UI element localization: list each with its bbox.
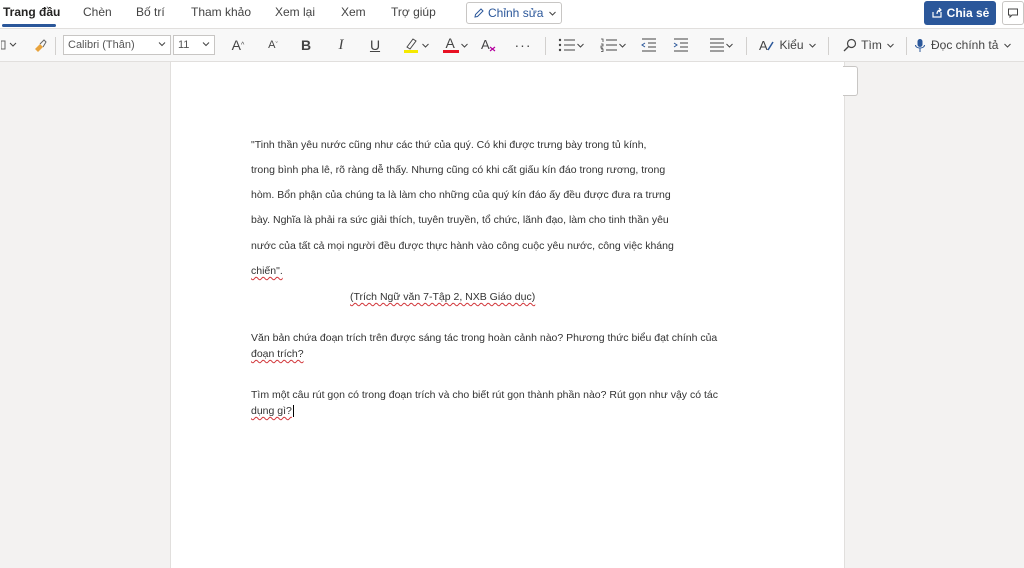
question-2-line: dụng gì? (251, 405, 294, 418)
svg-text:A: A (481, 37, 490, 52)
quote-line: hòm. Bổn phận của chúng ta là làm cho nh… (251, 189, 671, 201)
find-button[interactable]: Tìm (838, 34, 900, 56)
dictate-label: Đọc chính tả (931, 38, 999, 52)
side-pane-handle[interactable] (843, 66, 858, 96)
chevron-down-icon (201, 39, 211, 49)
question-2-line: Tìm một câu rút gọn có trong đoạn trích … (251, 389, 718, 401)
toolbar-divider (828, 37, 829, 55)
find-label: Tìm (861, 38, 882, 52)
bold-button[interactable]: B (296, 34, 316, 56)
chevron-down-icon (421, 41, 430, 50)
tab-view[interactable]: Xem (341, 5, 366, 19)
numbering-button[interactable] (596, 34, 630, 56)
chevron-down-icon (618, 41, 627, 50)
font-size-select[interactable]: 11 (173, 35, 215, 55)
clipboard-dropdown[interactable] (0, 34, 20, 56)
numbered-list-icon (600, 38, 618, 52)
font-color-icon: A (442, 35, 460, 54)
chevron-down-icon (548, 9, 557, 18)
chevron-down-icon (1003, 41, 1012, 50)
decrease-indent-icon (641, 38, 657, 52)
grow-font-icon: A (231, 37, 242, 53)
italic-button[interactable]: I (331, 34, 351, 56)
chevron-down-icon (725, 41, 734, 50)
tab-home[interactable]: Trang đầu (3, 5, 60, 19)
align-icon (709, 38, 725, 52)
toolbar-divider (906, 37, 907, 55)
toolbar-divider (55, 37, 56, 55)
chevron-down-icon (576, 41, 585, 50)
clear-formatting-icon: A (480, 37, 498, 53)
format-painter-icon[interactable] (30, 34, 50, 56)
chevron-down-icon (157, 39, 167, 49)
editing-mode-label: Chỉnh sửa (488, 6, 544, 20)
highlighter-icon (401, 36, 421, 54)
document-page[interactable]: "Tinh thần yêu nước cũng như các thứ của… (170, 62, 845, 568)
text-cursor (292, 405, 294, 418)
styles-icon: A (759, 38, 775, 52)
dictate-button[interactable]: Đọc chính tả (914, 34, 1024, 56)
quote-line: chiến". (251, 265, 283, 277)
pencil-icon (473, 7, 485, 19)
chevron-down-icon (808, 41, 817, 50)
search-icon (843, 38, 857, 52)
question-1-line: Văn bản chứa đoạn trích trên được sáng t… (251, 332, 718, 344)
clear-formatting-button[interactable]: A (478, 34, 500, 56)
share-button[interactable]: Chia sẻ (924, 1, 996, 25)
tab-help[interactable]: Trợ giúp (391, 5, 436, 19)
quote-line: trong bình pha lê, rõ ràng dễ thấy. Nhưn… (251, 164, 666, 176)
font-name-value: Calibri (Thân) (68, 39, 135, 51)
quote-source: (Trích Ngữ văn 7-Tập 2, NXB Giáo dục) (350, 291, 536, 303)
microphone-icon (914, 38, 926, 53)
quote-line: bày. Nghĩa là phải ra sức giải thích, tu… (251, 214, 669, 226)
font-size-value: 11 (178, 39, 190, 51)
shrink-font-icon: A (268, 39, 276, 51)
increase-indent-icon (673, 38, 689, 52)
comments-button[interactable] (1002, 1, 1024, 25)
tab-references[interactable]: Tham khảo (191, 5, 251, 19)
toolbar-divider (545, 37, 546, 55)
font-name-select[interactable]: Calibri (Thân) (63, 35, 171, 55)
ribbon-menu-bar: Trang đầu Chèn Bố trí Tham khảo Xem lại … (0, 0, 1024, 28)
decrease-indent-button[interactable] (638, 34, 660, 56)
question-1-line: đoạn trích? (251, 348, 304, 360)
quote-line: "Tinh thần yêu nước cũng như các thứ của… (251, 139, 647, 151)
more-formatting-button[interactable]: ··· (512, 34, 534, 56)
share-icon (931, 7, 943, 19)
bullet-list-icon (558, 38, 576, 52)
quote-line: nước của tất cả mọi người đều được thực … (251, 240, 674, 252)
comment-icon (1007, 7, 1019, 19)
tab-insert[interactable]: Chèn (83, 5, 112, 19)
editing-mode-dropdown[interactable]: Chỉnh sửa (466, 2, 562, 24)
active-tab-indicator (2, 24, 56, 27)
bullets-button[interactable] (554, 34, 588, 56)
increase-indent-button[interactable] (670, 34, 692, 56)
svg-text:A: A (759, 38, 768, 52)
formatting-toolbar: Calibri (Thân) 11 A ^ Aˇ B I U A A ··· A… (0, 28, 1024, 62)
highlight-color-button[interactable] (398, 34, 432, 56)
share-label: Chia sẻ (946, 6, 990, 20)
chevron-down-icon (886, 41, 895, 50)
grow-font-button[interactable]: A ^ (227, 34, 249, 56)
styles-label: Kiểu (779, 38, 804, 52)
tab-layout[interactable]: Bố trí (136, 5, 165, 19)
align-button[interactable] (704, 34, 738, 56)
shrink-font-button[interactable]: Aˇ (262, 34, 284, 56)
underline-button[interactable]: U (365, 34, 385, 56)
font-color-button[interactable]: A (438, 34, 472, 56)
chevron-down-icon (460, 41, 469, 50)
toolbar-divider (746, 37, 747, 55)
styles-button[interactable]: A Kiểu (755, 34, 821, 56)
tab-review[interactable]: Xem lại (275, 5, 315, 19)
